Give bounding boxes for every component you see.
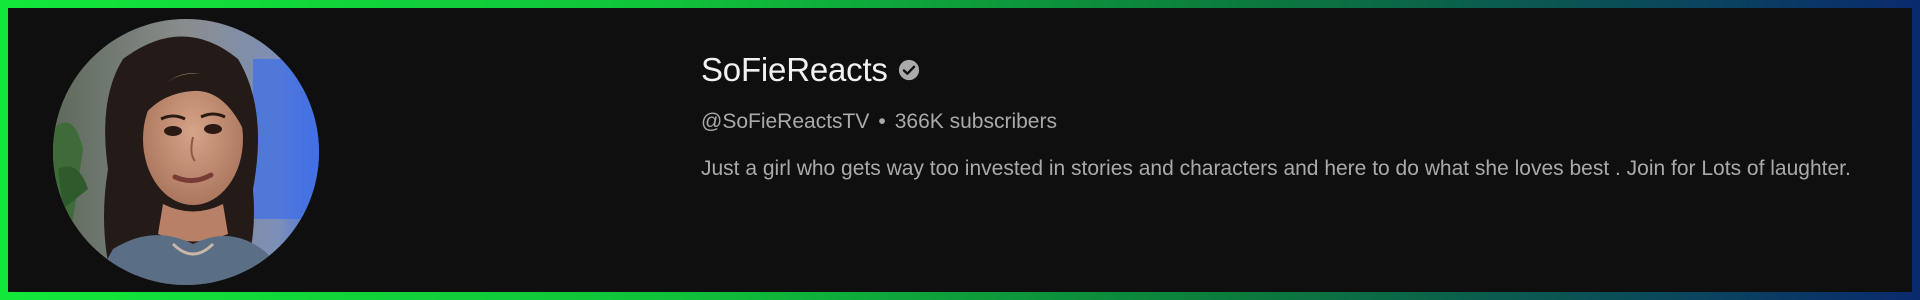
channel-info: SoFieReacts @SoFieReactsTV • 366K subscr… <box>701 48 1901 187</box>
channel-name[interactable]: SoFieReacts <box>701 51 888 89</box>
channel-header: SoFieReacts @SoFieReactsTV • 366K subscr… <box>8 8 1912 292</box>
channel-name-row: SoFieReacts <box>701 48 1901 92</box>
verified-check-icon <box>898 59 920 81</box>
channel-description[interactable]: Just a girl who gets way too invested in… <box>701 150 1891 187</box>
meta-separator: • <box>878 110 886 133</box>
channel-header-frame: SoFieReacts @SoFieReactsTV • 366K subscr… <box>0 0 1920 300</box>
channel-avatar[interactable] <box>53 19 319 285</box>
subscriber-count: 366K subscribers <box>894 110 1057 133</box>
channel-meta: @SoFieReactsTV • 366K subscribers <box>701 110 1901 134</box>
channel-handle[interactable]: @SoFieReactsTV <box>701 110 869 134</box>
avatar-image <box>53 19 319 285</box>
